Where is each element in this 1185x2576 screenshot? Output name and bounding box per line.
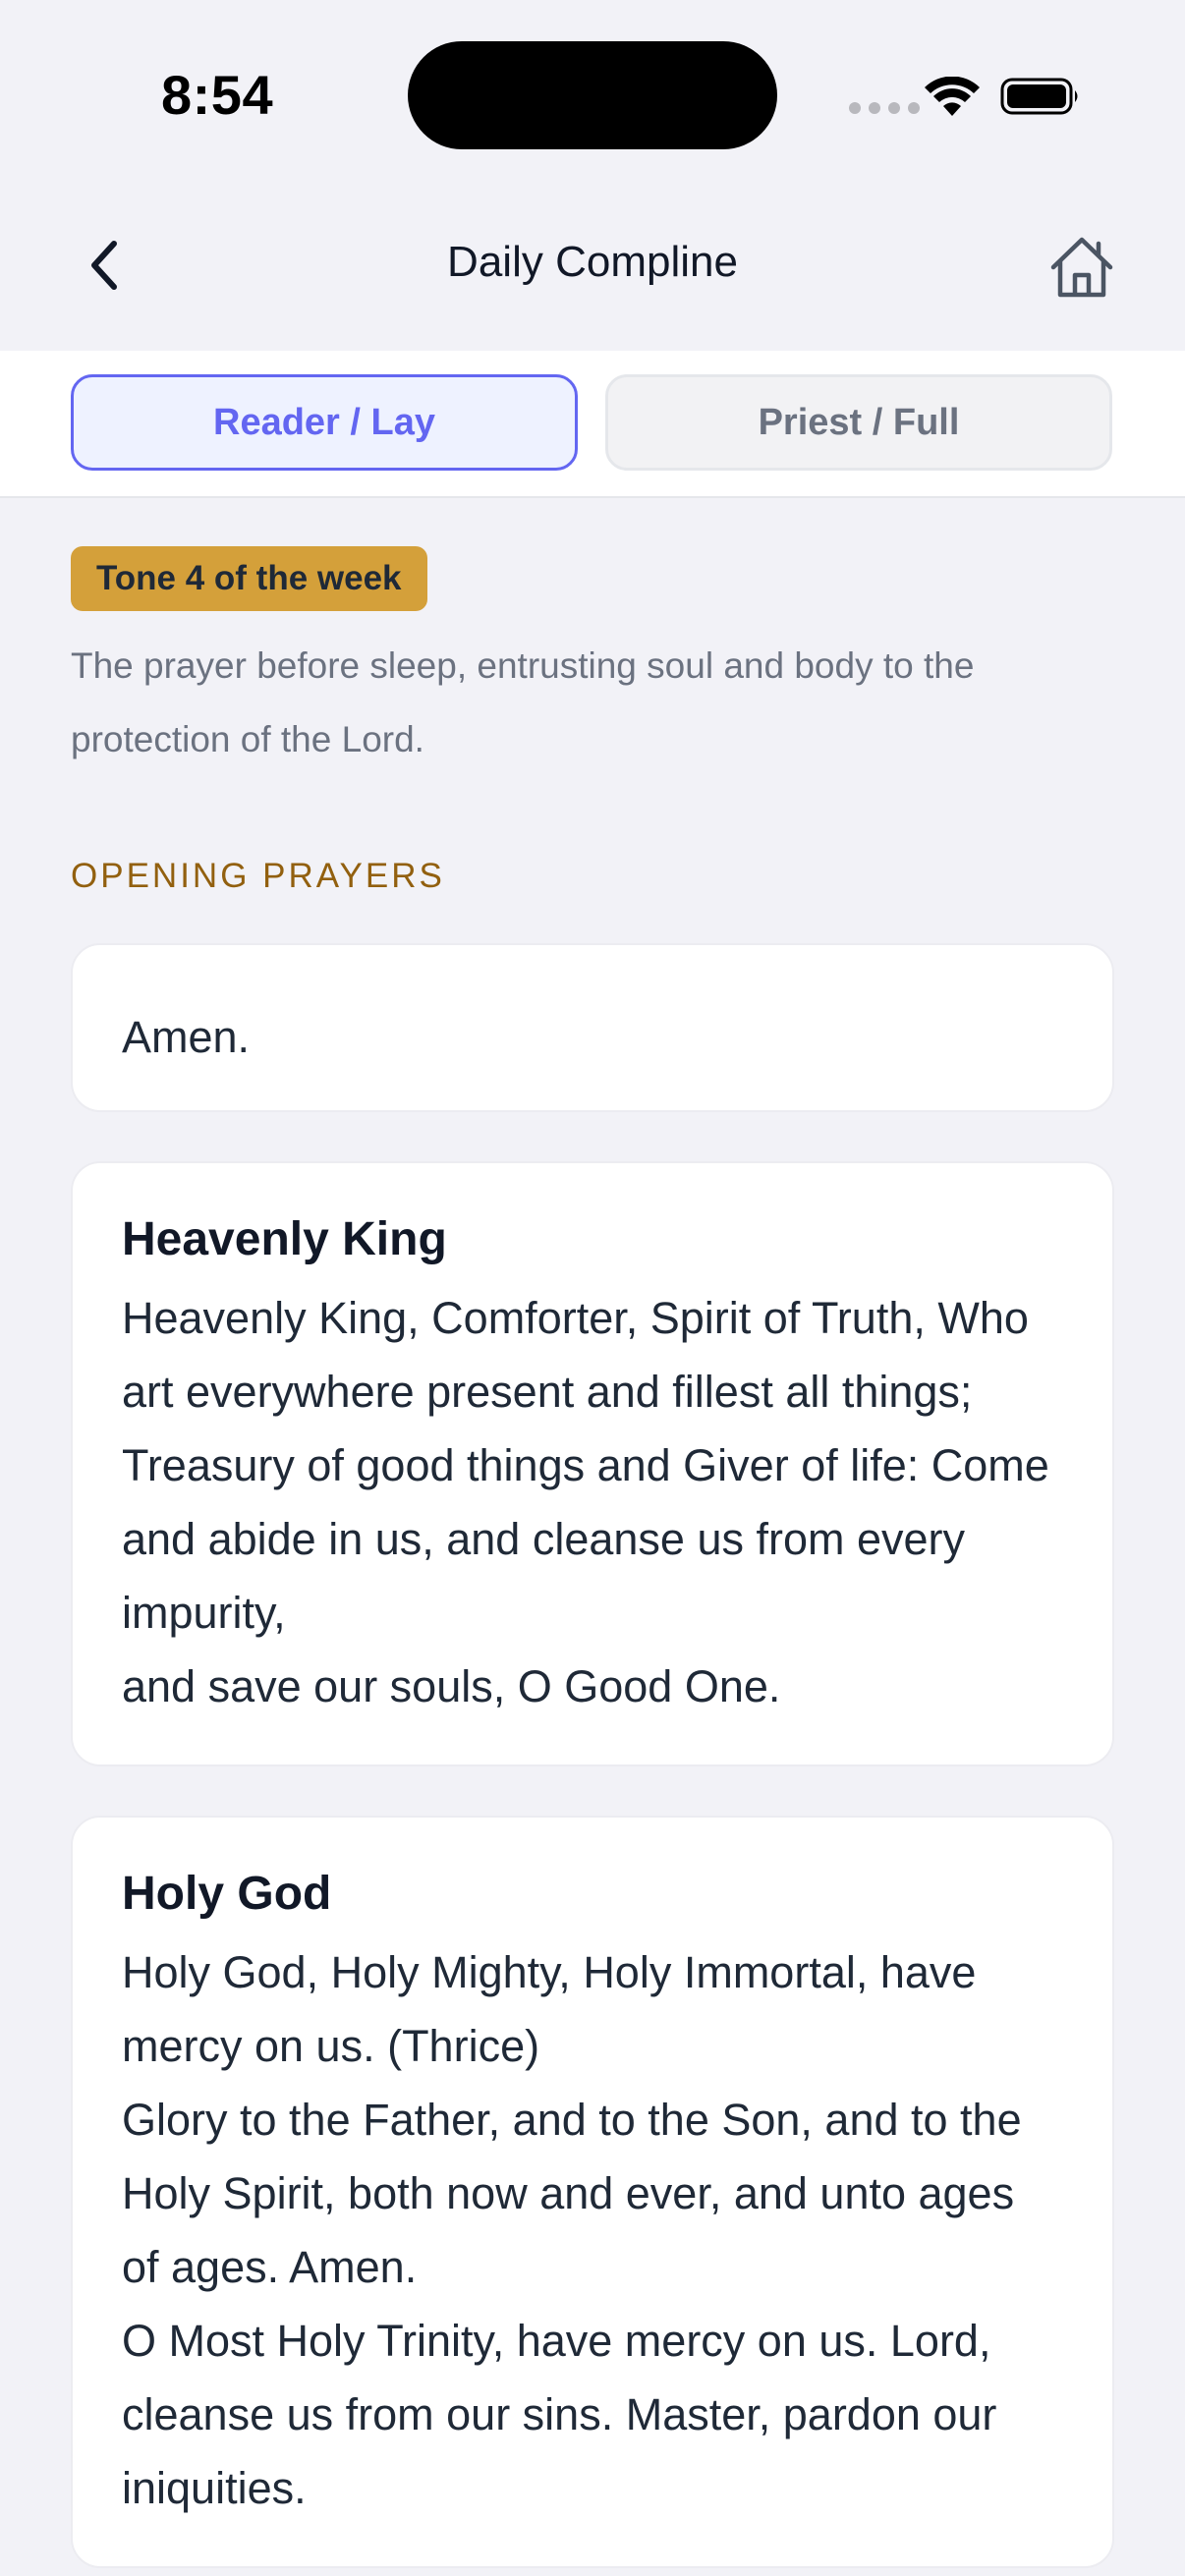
section-heading: OPENING PRAYERS bbox=[71, 857, 445, 895]
mode-toggle: Reader / Lay Priest / Full bbox=[0, 351, 1185, 498]
prayer-line: Treasury of good things and Giver of lif… bbox=[122, 1440, 1049, 1638]
prayer-line: O Most Holy Trinity, have mercy on us. L… bbox=[122, 2316, 997, 2513]
status-time: 8:54 bbox=[161, 64, 274, 126]
tone-badge: Tone 4 of the week bbox=[71, 546, 427, 611]
home-icon[interactable] bbox=[1047, 234, 1116, 299]
prayer-title: Holy God bbox=[122, 1868, 332, 1920]
prayer-text: Amen. bbox=[122, 1000, 1063, 1074]
prayer-card-heavenly-king: Heavenly King Heavenly King, Comforter, … bbox=[71, 1161, 1114, 1766]
status-bar: 8:54 bbox=[0, 0, 1185, 187]
page-title: Daily Compline bbox=[447, 238, 738, 286]
wifi-icon bbox=[925, 77, 980, 116]
prayer-line: Glory to the Father, and to the Son, and… bbox=[122, 2095, 1022, 2292]
prayer-line: Amen. bbox=[122, 1012, 251, 1062]
nav-header: Daily Compline bbox=[0, 187, 1185, 350]
battery-icon bbox=[1000, 78, 1078, 115]
prayer-card-amen: Amen. bbox=[71, 943, 1114, 1112]
prayer-text: Holy God, Holy Mighty, Holy Immortal, ha… bbox=[122, 1935, 1063, 2525]
prayer-text: Heavenly King, Comforter, Spirit of Trut… bbox=[122, 1281, 1063, 1723]
content: Tone 4 of the week The prayer before sle… bbox=[71, 546, 1114, 2568]
mode-reader-lay-button[interactable]: Reader / Lay bbox=[71, 374, 578, 471]
mode-priest-full-button[interactable]: Priest / Full bbox=[605, 374, 1112, 471]
cellular-signal-icon bbox=[849, 102, 920, 114]
dynamic-island bbox=[408, 41, 777, 149]
prayer-line: Heavenly King, Comforter, Spirit of Trut… bbox=[122, 1293, 1029, 1417]
prayer-line: Holy God, Holy Mighty, Holy Immortal, ha… bbox=[122, 1947, 977, 2071]
service-description: The prayer before sleep, entrusting soul… bbox=[71, 645, 975, 759]
prayer-line: and save our souls, O Good One. bbox=[122, 1661, 781, 1711]
prayer-card-holy-god: Holy God Holy God, Holy Mighty, Holy Imm… bbox=[71, 1816, 1114, 2568]
prayer-title: Heavenly King bbox=[122, 1213, 447, 1265]
